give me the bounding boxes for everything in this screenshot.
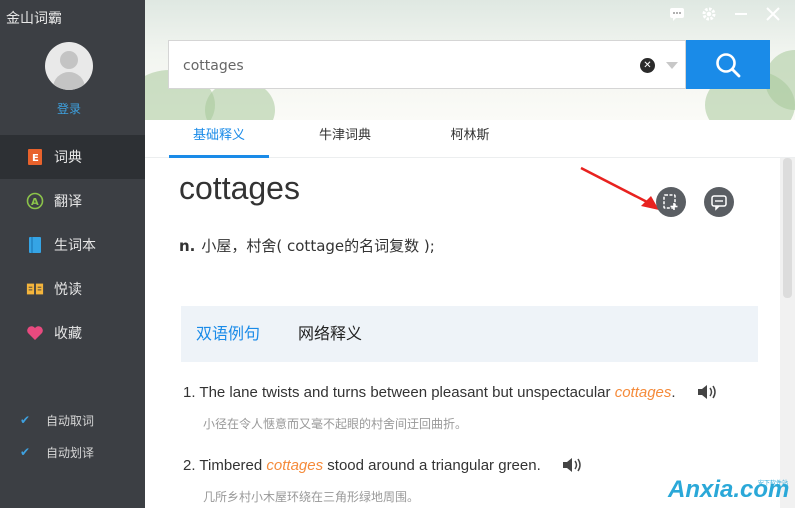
wordbook-icon xyxy=(26,236,44,254)
example-number: 1. xyxy=(183,384,196,401)
part-of-speech: n. xyxy=(179,237,196,255)
login-link[interactable]: 登录 xyxy=(0,100,138,117)
avatar[interactable] xyxy=(45,42,93,90)
example-text: Timbered xyxy=(199,457,267,474)
speaker-icon[interactable] xyxy=(561,457,583,477)
example-text-end: stood around a triangular green. xyxy=(323,457,541,474)
add-to-wordbook-button[interactable] xyxy=(656,187,686,217)
reading-icon xyxy=(26,280,44,298)
main-content: cottages n. 小屋，村舍( cottage的名词复数 ); 双语例句 网… xyxy=(145,158,780,508)
example-sentence: 1. The lane twists and turns between ple… xyxy=(183,384,718,404)
pointer-arrow-annotation xyxy=(580,166,659,210)
avatar-body xyxy=(53,72,85,90)
speaker-icon[interactable] xyxy=(696,384,718,404)
close-window-icon[interactable] xyxy=(764,6,782,24)
sidebar-item-label: 收藏 xyxy=(54,326,82,342)
scrollbar-thumb[interactable] xyxy=(783,158,792,298)
scrollbar[interactable] xyxy=(780,158,795,508)
sidebar-item-dictionary[interactable]: E 词典 xyxy=(0,135,145,179)
close-icon: ✕ xyxy=(643,60,652,71)
avatar-head xyxy=(60,51,78,69)
tab-basic[interactable]: 基础释义 xyxy=(169,120,269,158)
svg-text:E: E xyxy=(32,153,39,164)
feedback-icon[interactable] xyxy=(668,6,686,24)
dictionary-icon: E xyxy=(26,148,44,166)
search-input[interactable] xyxy=(183,55,623,77)
option-label: 自动划译 xyxy=(46,445,95,460)
search-box: ✕ xyxy=(168,40,686,89)
checkmark-icon: ✔ xyxy=(20,413,31,427)
example-text-end: . xyxy=(671,384,676,401)
example-keyword: cottages xyxy=(266,457,324,474)
example-tabs: 双语例句 网络释义 xyxy=(181,306,758,362)
sidebar-item-label: 翻译 xyxy=(54,194,82,210)
sidebar-item-wordbook[interactable]: 生词本 xyxy=(0,223,145,267)
sidebar-options: ✔ 自动取词 ✔ 自动划译 xyxy=(20,404,94,468)
example-sentence: 2. Timbered cottages stood around a tria… xyxy=(183,457,583,477)
translate-icon: A xyxy=(26,192,44,210)
heart-icon xyxy=(26,324,44,342)
dictionary-tabs: 基础释义 牛津词典 柯林斯 xyxy=(145,120,795,158)
comment-icon xyxy=(711,195,727,211)
app-title: 金山词霸 xyxy=(6,11,62,27)
example-keyword: cottages xyxy=(614,384,672,401)
comment-button[interactable] xyxy=(704,187,734,217)
sidebar-nav: E 词典 A 翻译 生词本 悦读 收藏 xyxy=(0,135,145,355)
definition-text: 小屋，村舍( cottage的名词复数 ); xyxy=(201,237,435,255)
checkmark-icon: ✔ xyxy=(20,445,31,459)
sidebar-item-label: 悦读 xyxy=(54,282,82,298)
definition: n. 小屋，村舍( cottage的名词复数 ); xyxy=(179,235,435,256)
sidebar-item-label: 生词本 xyxy=(54,238,96,254)
example-translation: 小径在令人惬意而又毫不起眼的村舍间迂回曲折。 xyxy=(203,417,468,431)
sidebar-item-reading[interactable]: 悦读 xyxy=(0,267,145,311)
tab-oxford[interactable]: 牛津词典 xyxy=(295,120,395,158)
search-button[interactable] xyxy=(686,40,770,89)
tab-bilingual-examples[interactable]: 双语例句 xyxy=(196,306,260,362)
sidebar-item-label: 词典 xyxy=(54,150,82,166)
watermark-subtext: 安下软件站 xyxy=(758,480,789,487)
headword: cottages xyxy=(179,170,300,206)
tab-collins[interactable]: 柯林斯 xyxy=(420,120,520,158)
tab-web-definitions[interactable]: 网络释义 xyxy=(298,306,362,362)
sidebar: 金山词霸 登录 E 词典 A 翻译 生词本 悦读 收藏 ✔ 自动取词 ✔ 自动划… xyxy=(0,0,145,508)
example-number: 2. xyxy=(183,457,196,474)
chevron-down-icon[interactable] xyxy=(666,62,678,69)
auto-select-translate-checkbox[interactable]: ✔ 自动划译 xyxy=(20,436,94,468)
settings-icon[interactable] xyxy=(700,6,718,24)
sidebar-item-favorite[interactable]: 收藏 xyxy=(0,311,145,355)
option-label: 自动取词 xyxy=(46,413,95,428)
example-text: The lane twists and turns between pleasa… xyxy=(199,384,615,401)
clear-search-button[interactable]: ✕ xyxy=(640,58,655,73)
header: ✕ xyxy=(145,0,795,120)
auto-capture-checkbox[interactable]: ✔ 自动取词 xyxy=(20,404,94,436)
minimize-icon[interactable] xyxy=(732,6,750,24)
svg-text:A: A xyxy=(31,197,39,208)
example-translation: 几所乡村小木屋环绕在三角形绿地周围。 xyxy=(203,490,420,504)
search-icon xyxy=(716,52,741,77)
sidebar-item-translate[interactable]: A 翻译 xyxy=(0,179,145,223)
add-wordbook-icon xyxy=(663,194,678,210)
